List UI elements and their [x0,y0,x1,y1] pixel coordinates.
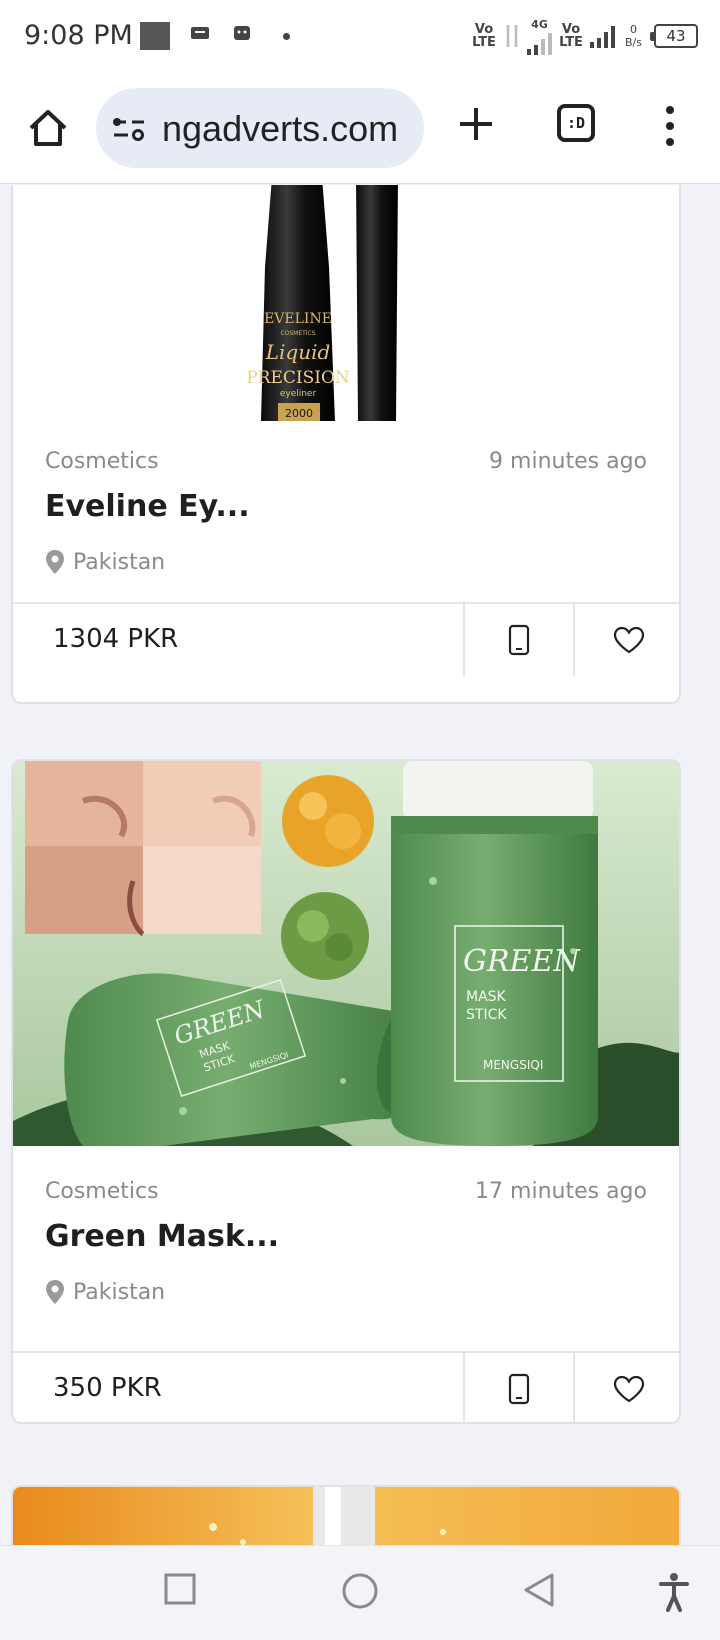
listing-price: 350 PKR [53,1373,162,1403]
favorite-button[interactable] [573,604,679,676]
accessibility-icon[interactable] [658,1572,690,1612]
data-rate: 0 B/s [625,23,642,49]
location-text: Pakistan [73,1279,166,1305]
heart-icon [613,626,645,654]
location-pin-icon [46,1280,64,1304]
network-type: 4G [531,17,548,31]
listing-image[interactable] [13,1487,679,1545]
svg-text:PRECISION: PRECISION [246,368,350,388]
tab-switcher-icon[interactable]: :D [557,104,595,142]
heart-icon [613,1375,645,1403]
browser-toolbar: ngadverts.com :D [0,72,720,184]
listing-footer: 350 PKR [13,1351,679,1422]
svg-text:MENGSIQI: MENGSIQI [483,1058,543,1072]
call-button[interactable] [463,1353,573,1422]
listing-time: 9 minutes ago [489,449,647,474]
more-notifications-dot [283,33,290,40]
listing-price: 1304 PKR [53,624,179,654]
overflow-menu-icon[interactable] [664,106,676,146]
svg-text:EVELINE: EVELINE [264,311,332,327]
svg-text:Liquid: Liquid [265,340,331,364]
site-settings-icon[interactable] [112,114,146,142]
svg-text:eyeliner: eyeliner [280,389,317,399]
back-icon[interactable] [522,1572,556,1608]
listings-feed[interactable]: EVELINE COSMETICS Liquid PRECISION eyeli… [0,185,720,1545]
svg-text:MASK: MASK [466,989,507,1005]
chat-notification-icon [234,26,250,40]
status-time: 9:08 PM [24,20,133,51]
listing-category[interactable]: Cosmetics [45,449,159,474]
address-bar[interactable]: ngadverts.com [96,88,424,168]
svg-text:COSMETICS: COSMETICS [280,330,315,337]
home-circle-icon[interactable] [341,1572,379,1610]
call-button[interactable] [463,604,573,676]
gallery-notification-icon [140,22,170,50]
data-arrows-icon [506,25,518,47]
listing-time: 17 minutes ago [475,1179,647,1204]
status-bar: 9:08 PM Vo LTE 4G Vo LTE 0 B/s 43 [0,0,720,72]
listing-location: Pakistan [45,549,165,575]
favorite-button[interactable] [573,1353,679,1422]
listing-card[interactable]: EVELINE COSMETICS Liquid PRECISION eyeli… [11,185,681,704]
location-text: Pakistan [73,549,166,575]
listing-title[interactable]: Eveline Ey... [45,489,250,524]
phone-icon [508,624,530,656]
plus-icon[interactable] [456,104,496,144]
svg-text:STICK: STICK [466,1007,507,1023]
url-text[interactable]: ngadverts.com [162,108,398,150]
status-indicators: Vo LTE 4G Vo LTE 0 B/s 43 [471,17,698,55]
listing-card[interactable] [11,1485,681,1545]
listing-title[interactable]: Green Mask... [45,1219,279,1254]
svg-text:2000: 2000 [285,407,313,420]
system-navigation-bar [0,1545,720,1640]
listing-location: Pakistan [45,1279,165,1305]
location-pin-icon [46,550,64,574]
listing-image[interactable]: EVELINE COSMETICS Liquid PRECISION eyeli… [13,185,679,421]
listing-category[interactable]: Cosmetics [45,1179,159,1204]
signal-icon-1 [527,31,553,55]
home-icon[interactable] [26,106,70,150]
recents-icon[interactable] [163,1572,197,1606]
phone-icon [508,1373,530,1405]
listing-card[interactable]: GREEN MASK STICK MENGSIQI GREEN MASK STI… [11,759,681,1424]
volte-indicator-2: Vo LTE [559,22,583,50]
listing-image[interactable]: GREEN MASK STICK MENGSIQI GREEN MASK STI… [13,761,679,1146]
battery-icon: 43 [650,24,698,48]
volte-indicator-1: Vo LTE [472,22,496,50]
listing-footer: 1304 PKR [13,602,679,676]
message-notification-icon [191,27,209,39]
svg-text:GREEN: GREEN [463,944,581,979]
signal-icon-2 [590,24,616,48]
